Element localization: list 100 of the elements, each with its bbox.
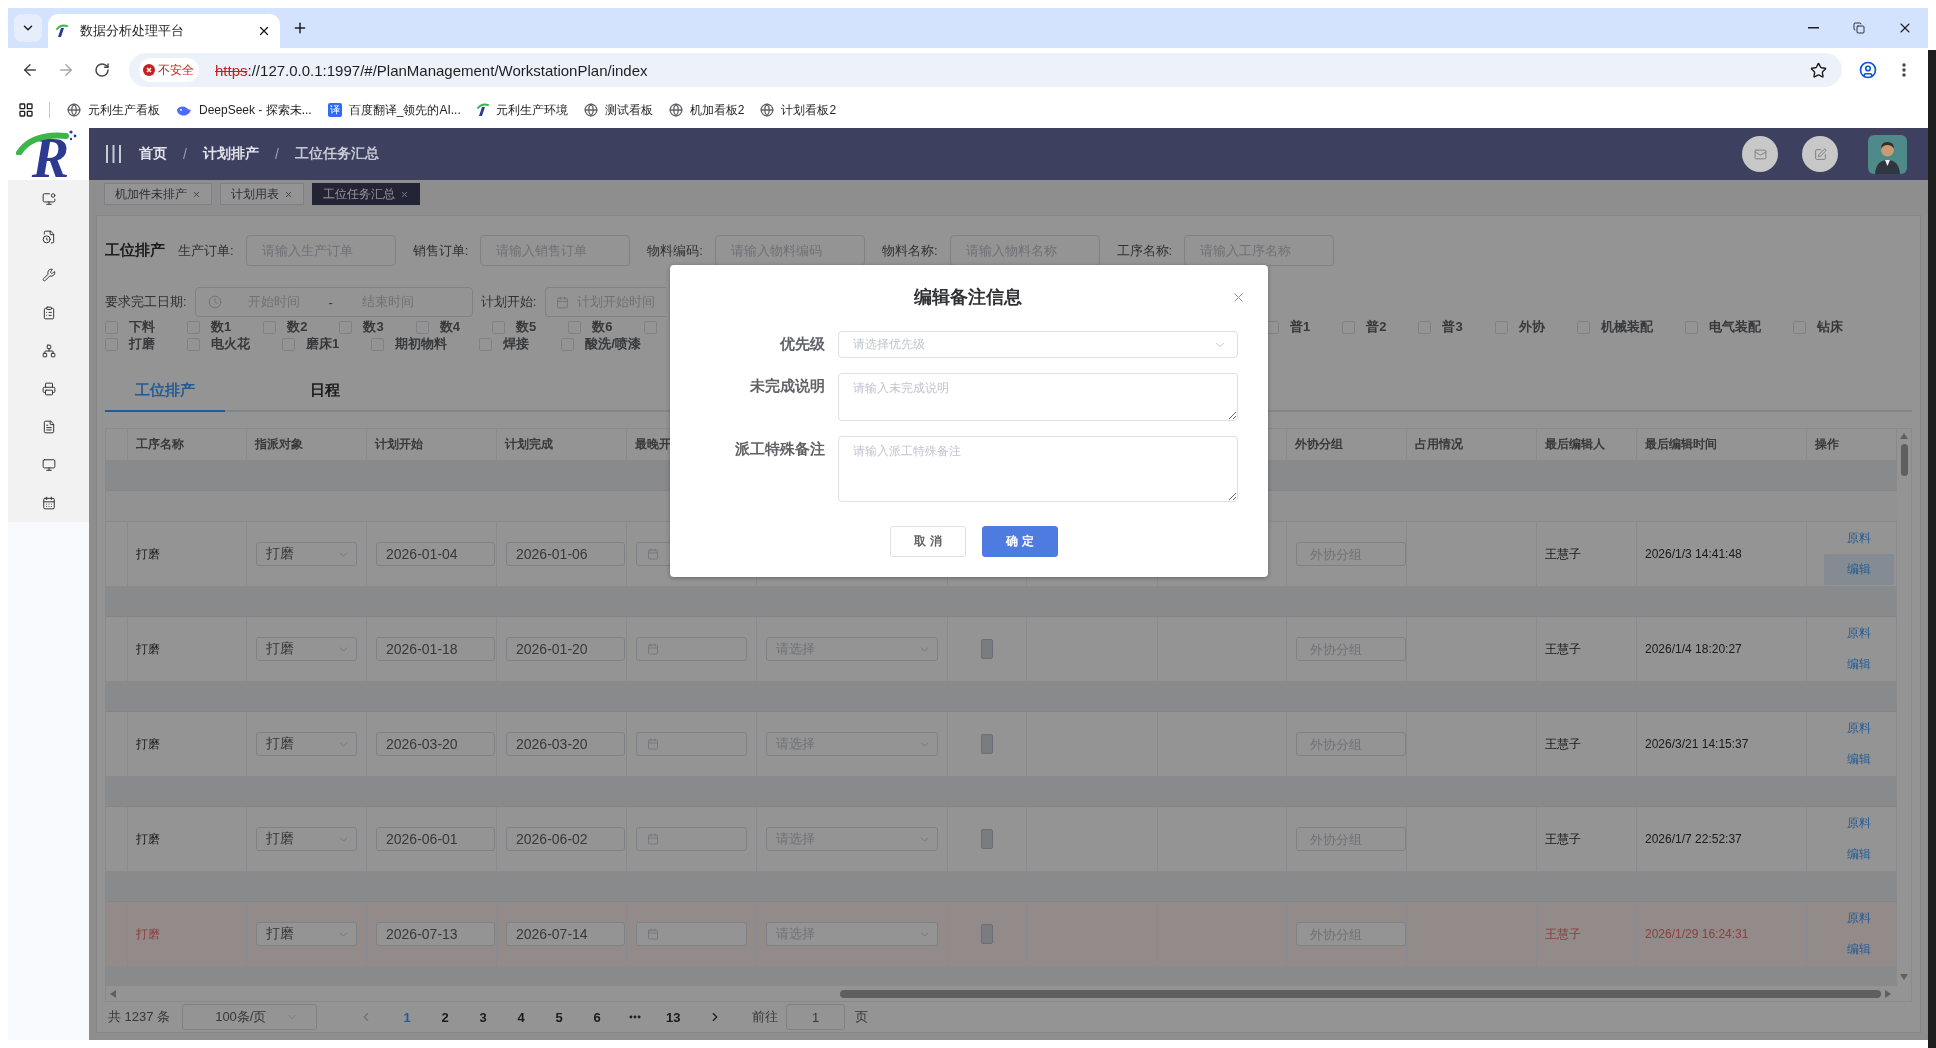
date-field[interactable]: 2026-06-02 <box>506 827 625 851</box>
clock-icon <box>207 295 222 309</box>
page-tag[interactable]: 工位任务汇总 <box>312 183 420 205</box>
date-field[interactable]: 2026-06-01 <box>376 827 495 851</box>
checkbox-label[interactable]: 焊接 <box>503 335 530 353</box>
date-field[interactable]: 2026-01-04 <box>376 542 495 566</box>
messages-button[interactable] <box>1742 136 1778 172</box>
bar-icon <box>981 639 993 659</box>
tab-close-button[interactable] <box>257 24 271 38</box>
date-field[interactable]: 2026-03-20 <box>376 732 495 756</box>
breadcrumb-separator: / <box>183 146 187 162</box>
checkbox-label[interactable]: 磨床1 <box>306 335 340 353</box>
bookmark-link[interactable]: 计划看板2 <box>760 101 837 119</box>
checkbox-label[interactable]: 普3 <box>1442 318 1463 336</box>
calendar-icon <box>647 643 659 655</box>
action-link[interactable]: 编辑 <box>1823 934 1894 965</box>
date-field[interactable]: 2026-01-06 <box>506 542 625 566</box>
select-field[interactable]: 打磨 <box>256 922 357 946</box>
action-link[interactable]: 原料 <box>1823 903 1894 934</box>
date-field[interactable]: 2026-01-18 <box>376 637 495 661</box>
address-bar[interactable]: 不安全 https://127.0.0.1:1997/#/PlanManagement/WorkstationPlan/index <box>129 53 1842 87</box>
checkbox-label[interactable]: 打磨 <box>129 335 155 353</box>
checkbox-label[interactable]: 数4 <box>439 318 460 336</box>
bookmark-link[interactable]: 译 百度翻译_领先的AI... <box>327 101 461 119</box>
tab-search-button[interactable] <box>14 14 42 42</box>
checkbox-label[interactable]: 电气装配 <box>1708 318 1761 336</box>
date-field[interactable] <box>636 732 747 756</box>
checkbox-label[interactable]: 数5 <box>515 318 537 336</box>
browser-tab[interactable]: 数据分析处理平台 <box>48 14 280 48</box>
checkbox-label[interactable]: 普2 <box>1366 318 1387 336</box>
page-button[interactable]: 4 <box>506 1004 537 1030</box>
page-tag[interactable]: 计划用表 <box>220 183 304 205</box>
checkbox-label[interactable]: 数2 <box>287 318 308 336</box>
calendar-icon <box>556 295 570 309</box>
date-field[interactable] <box>636 827 747 851</box>
view-tab[interactable]: 日程 <box>265 371 385 412</box>
view-tab[interactable]: 工位排产 <box>105 371 225 412</box>
date-field[interactable]: 2026-07-13 <box>376 922 495 946</box>
calendar-icon <box>647 738 659 750</box>
calendar-icon <box>41 496 56 510</box>
scrollbar-thumb[interactable] <box>840 989 1881 998</box>
action-link[interactable]: 编辑 <box>1823 554 1894 585</box>
cancel-button[interactable]: 取 消 <box>890 526 966 557</box>
page-button[interactable]: 3 <box>468 1004 499 1030</box>
scroll-up-icon <box>1900 433 1908 439</box>
avatar-icon[interactable] <box>1868 134 1907 174</box>
scrollbar-thumb[interactable] <box>1900 444 1908 476</box>
breadcrumb-link[interactable]: 计划排产 <box>202 145 259 163</box>
page-button[interactable]: 6 <box>582 1004 613 1030</box>
security-chip[interactable]: 不安全 <box>139 58 199 82</box>
apps-button[interactable] <box>18 102 34 118</box>
checkbox-label[interactable]: 机械装配 <box>1600 318 1653 336</box>
select-field[interactable]: 打磨 <box>256 827 357 851</box>
page-button[interactable]: 2 <box>430 1004 461 1030</box>
checkbox-label[interactable]: 数1 <box>211 318 232 336</box>
action-link[interactable]: 原料 <box>1823 618 1894 649</box>
page-size-select[interactable]: 100条/页 <box>182 1004 318 1030</box>
bookmark-link[interactable]: 元利生产环境 <box>476 101 568 119</box>
bookmark-link[interactable]: 测试看板 <box>583 101 653 119</box>
bookmark-link[interactable]: 机加看板2 <box>668 101 745 119</box>
date-field[interactable]: 2026-07-14 <box>506 922 625 946</box>
checkbox-label[interactable]: 酸洗/喷漆 <box>585 335 641 353</box>
select-field[interactable]: 打磨 <box>256 637 357 661</box>
checkbox-label[interactable]: 数6 <box>592 318 613 336</box>
checkbox-label[interactable]: 下料 <box>129 318 155 336</box>
date-field[interactable] <box>636 637 747 661</box>
checkbox-label[interactable]: 电火花 <box>211 335 250 353</box>
bookmark-link[interactable]: 元利生产看板 <box>67 101 160 119</box>
action-link[interactable]: 原料 <box>1823 713 1894 744</box>
star-icon <box>1809 61 1827 79</box>
date-field[interactable]: 2026-01-20 <box>506 637 625 661</box>
action-link[interactable]: 原料 <box>1823 808 1894 839</box>
edit-button[interactable] <box>1802 136 1838 172</box>
select-field[interactable]: 打磨 <box>256 542 357 566</box>
action-link[interactable]: 编辑 <box>1823 649 1894 680</box>
page-button[interactable]: 5 <box>544 1004 575 1030</box>
menu-toggle-button[interactable] <box>106 145 121 163</box>
date-field[interactable]: 2026-03-20 <box>506 732 625 756</box>
bookmark-link[interactable]: DeepSeek - 探索未... <box>176 101 312 119</box>
close-icon <box>257 24 271 38</box>
monitor-icon <box>41 192 56 206</box>
page-button[interactable]: 13 <box>658 1004 689 1030</box>
breadcrumb-link[interactable]: 首页 <box>139 145 167 163</box>
checkbox-label[interactable]: 数3 <box>363 318 384 336</box>
checkbox-label[interactable]: 外协 <box>1518 318 1545 336</box>
checkbox-label[interactable]: 钻床 <box>1816 318 1843 336</box>
action-link[interactable]: 编辑 <box>1823 744 1894 775</box>
textarea-field[interactable]: 请输入派工特殊备注 <box>838 436 1238 502</box>
textarea-field[interactable]: 请输入未完成说明 <box>838 373 1238 421</box>
bookmark-star-button[interactable] <box>1808 60 1828 80</box>
action-link[interactable]: 原料 <box>1823 523 1894 554</box>
goto-field[interactable]: 1 <box>786 1004 846 1030</box>
action-link[interactable]: 编辑 <box>1823 839 1894 870</box>
page-tag[interactable]: 机加件未排产 <box>104 183 212 205</box>
confirm-button[interactable]: 确 定 <box>982 526 1058 557</box>
date-field[interactable] <box>636 922 747 946</box>
checkbox-label[interactable]: 期初物料 <box>395 335 448 353</box>
checkbox-label[interactable]: 普1 <box>1290 318 1311 336</box>
page-button[interactable]: 1 <box>392 1004 423 1030</box>
select-field[interactable]: 打磨 <box>256 732 357 756</box>
